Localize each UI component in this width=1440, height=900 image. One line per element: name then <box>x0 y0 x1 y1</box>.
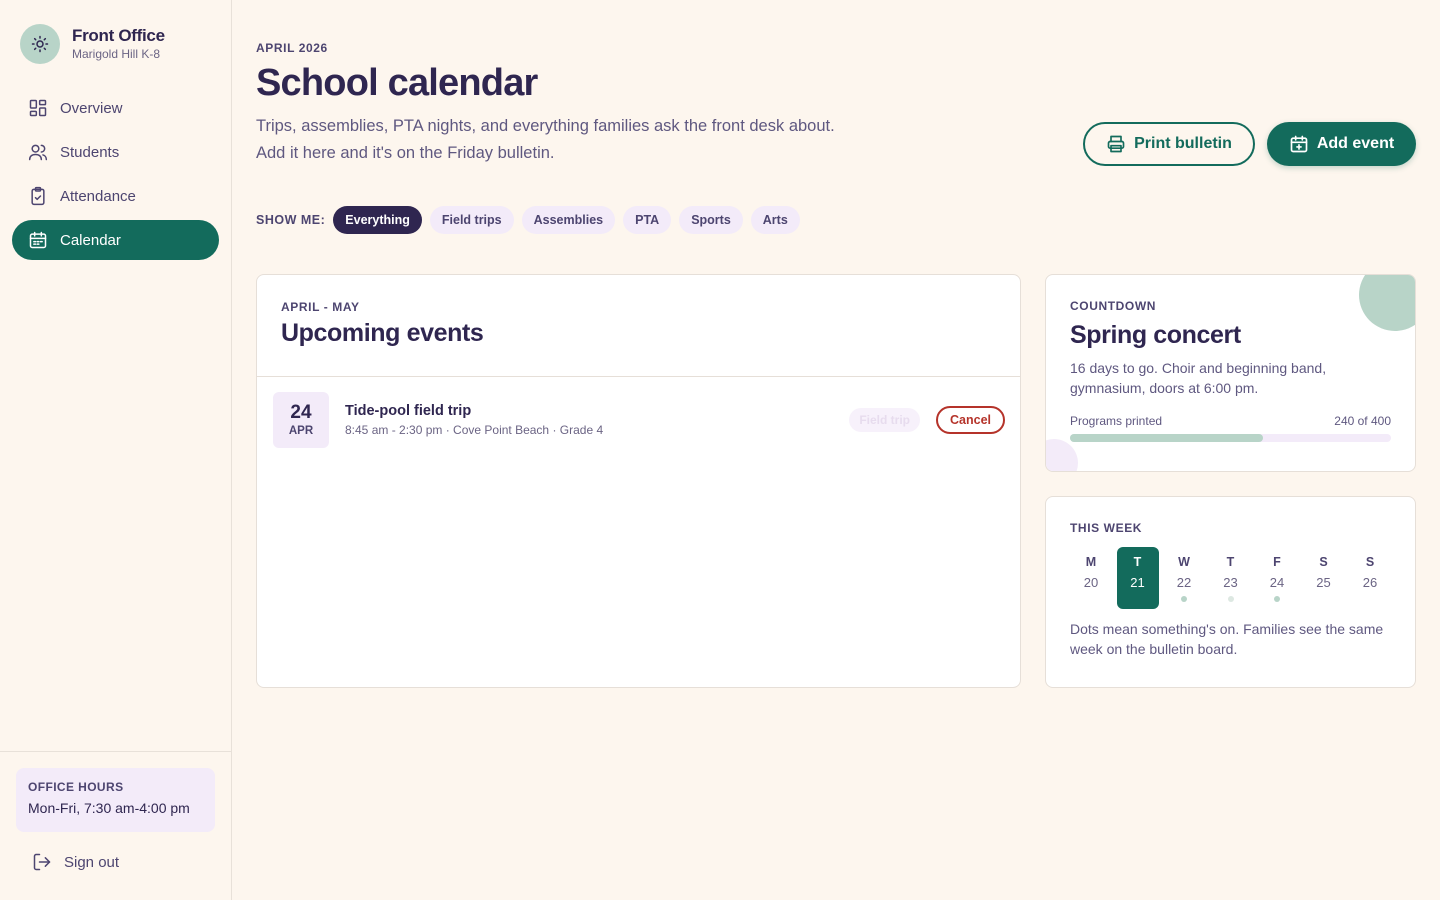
event-dot <box>1227 596 1234 602</box>
progress-bar <box>1070 434 1391 442</box>
week-day-number: 22 <box>1176 575 1192 590</box>
filter-chip-sports[interactable]: Sports <box>679 206 743 234</box>
event-row[interactable]: 24 APR Tide-pool field trip 8:45 am - 2:… <box>273 392 1005 448</box>
week-day[interactable]: S 25 <box>1303 547 1345 609</box>
week-day[interactable]: T 23 <box>1210 547 1252 609</box>
sidebar-divider <box>0 751 231 752</box>
cancel-event-button[interactable]: Cancel <box>936 406 1005 434</box>
week-day-letter: T <box>1133 555 1142 569</box>
week-day[interactable]: W 22 <box>1163 547 1205 609</box>
events-header: APRIL - MAY Upcoming events <box>257 275 1020 377</box>
grid-icon <box>28 98 48 118</box>
sidebar-item-label: Attendance <box>60 187 136 205</box>
event-dot <box>1088 596 1094 602</box>
sidebar-item-calendar[interactable]: Calendar <box>12 220 219 260</box>
this-week-card: THIS WEEK M 20 T 21 W 22 T 23 F 24 S 25 S 26 Dots mea… <box>1045 496 1416 688</box>
sidebar-item-overview[interactable]: Overview <box>12 88 219 128</box>
decorative-circle <box>1046 439 1078 471</box>
event-category-tag: Field trip <box>849 408 920 432</box>
sidebar-item-students[interactable]: Students <box>12 132 219 172</box>
event-dot <box>1135 596 1141 602</box>
sidebar-item-attendance[interactable]: Attendance <box>12 176 219 216</box>
progress-label: Programs printed <box>1070 414 1163 428</box>
add-event-label: Add event <box>1316 135 1395 152</box>
print-bulletin-button[interactable]: Print bulletin <box>1083 122 1255 166</box>
countdown-eyebrow: COUNTDOWN <box>1070 299 1157 313</box>
sidebar-item-label: Overview <box>60 99 123 117</box>
week-day-number: 23 <box>1223 575 1238 590</box>
filter-chip-assemblies[interactable]: Assemblies <box>521 206 616 234</box>
calendar-icon <box>28 230 48 250</box>
upcoming-events-card: APRIL - MAY Upcoming events 24 APR Tide-… <box>256 274 1021 688</box>
week-day-letter: S <box>1365 555 1375 569</box>
calendar-plus-icon <box>1289 134 1309 154</box>
event-date: 24 APR <box>273 392 329 448</box>
sidebar-item-label: Calendar <box>60 231 121 249</box>
week-day-letter: T <box>1226 555 1235 569</box>
print-bulletin-label: Print bulletin <box>1134 135 1232 152</box>
filter-bar: SHOW ME: Everything Field trips Assembli… <box>256 206 808 234</box>
page-description: Trips, assemblies, PTA nights, and every… <box>256 117 835 162</box>
brand: Front Office Marigold Hill K-8 <box>20 24 165 64</box>
event-dot <box>1181 596 1187 602</box>
countdown-title: Spring concert <box>1070 321 1241 349</box>
week-day[interactable]: T 21 <box>1116 547 1159 609</box>
week-day-number: 20 <box>1083 575 1099 590</box>
sign-out-label: Sign out <box>64 853 120 871</box>
week-day-number: 26 <box>1362 575 1378 590</box>
events-title: Upcoming events <box>281 319 484 347</box>
week-day-number: 25 <box>1316 575 1331 590</box>
week-grid: M 20 T 21 W 22 T 23 F 24 S 25 S 26 <box>1070 547 1391 609</box>
progress-count: 240 of 400 <box>1334 414 1391 428</box>
event-dot <box>1367 596 1373 602</box>
page-title: School calendar <box>256 62 538 104</box>
countdown-description: 16 days to go. Choir and beginning band,… <box>1070 360 1327 396</box>
sidebar-item-label: Students <box>60 143 120 161</box>
week-day-number: 21 <box>1130 575 1145 590</box>
office-hours-card: OFFICE HOURS Mon-Fri, 7:30 am-4:00 pm <box>16 768 215 832</box>
brand-subtitle: Marigold Hill K-8 <box>72 47 161 61</box>
event-dot <box>1274 596 1280 602</box>
page-eyebrow: APRIL 2026 <box>256 41 328 55</box>
office-hours-label: OFFICE HOURS <box>28 780 124 794</box>
event-month: APR <box>288 425 314 437</box>
sidebar: Front Office Marigold Hill K-8 Overview … <box>0 0 232 900</box>
event-meta: 8:45 am - 2:30 pm · Cove Point Beach · G… <box>345 423 604 437</box>
progress-fill <box>1070 434 1263 442</box>
event-name: Tide-pool field trip <box>345 403 472 419</box>
week-day-letter: S <box>1319 555 1328 569</box>
progress-row: Programs printed 240 of 400 <box>1070 414 1391 428</box>
week-note: Dots mean something's on. Families see t… <box>1070 621 1384 657</box>
clipboard-check-icon <box>28 186 48 206</box>
filter-chip-arts[interactable]: Arts <box>750 206 800 234</box>
event-day: 24 <box>290 402 312 423</box>
users-icon <box>28 142 48 162</box>
week-day-number: 24 <box>1269 575 1285 590</box>
printer-icon <box>1106 134 1126 154</box>
week-day[interactable]: S 26 <box>1349 547 1391 609</box>
event-dot <box>1321 596 1327 602</box>
filter-chip-everything[interactable]: Everything <box>333 206 422 234</box>
week-day-letter: W <box>1178 555 1190 569</box>
filter-chip-field-trips[interactable]: Field trips <box>429 206 514 234</box>
office-hours-value: Mon-Fri, 7:30 am-4:00 pm <box>28 800 190 816</box>
week-day-letter: M <box>1085 555 1097 569</box>
brand-title: Front Office <box>72 26 165 45</box>
week-day[interactable]: M 20 <box>1070 547 1112 609</box>
filter-label: SHOW ME: <box>256 213 326 227</box>
add-event-button[interactable]: Add event <box>1267 122 1416 166</box>
filter-chip-pta[interactable]: PTA <box>623 206 672 234</box>
week-day[interactable]: F 24 <box>1256 547 1298 609</box>
events-eyebrow: APRIL - MAY <box>281 300 360 314</box>
sidebar-nav: Overview Students Attendance Calendar <box>12 88 219 264</box>
sign-out-button[interactable]: Sign out <box>32 852 119 872</box>
week-day-letter: F <box>1273 555 1281 569</box>
sun-icon <box>20 24 60 64</box>
countdown-card: COUNTDOWN Spring concert 16 days to go. … <box>1045 274 1416 472</box>
sign-out-icon <box>32 852 52 872</box>
week-eyebrow: THIS WEEK <box>1070 521 1143 535</box>
